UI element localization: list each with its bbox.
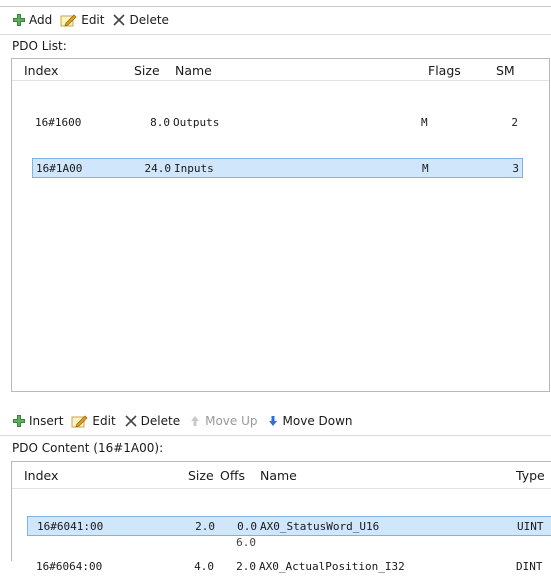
- row-index: 16#1A00: [36, 162, 83, 175]
- row-sm: 2: [511, 116, 518, 129]
- row-index: 16#1600: [35, 116, 82, 129]
- table-row[interactable]: 16#6064:00 4.0 2.0 AX0_ActualPosition_I3…: [27, 557, 551, 577]
- row-offs: 0.0: [237, 520, 257, 533]
- pdo-content-label: PDO Content (16#1A00):: [12, 441, 164, 455]
- col-index[interactable]: Index: [24, 468, 58, 483]
- row-size: 4.0: [194, 560, 214, 573]
- row-size: 24.0: [144, 162, 172, 175]
- row-name: Outputs: [173, 116, 220, 129]
- row-index: 16#6064:00: [36, 560, 103, 573]
- col-size[interactable]: Size: [188, 468, 214, 483]
- move-down-button[interactable]: Move Down: [266, 414, 353, 428]
- row-flags: M: [422, 162, 429, 175]
- col-flags[interactable]: Flags: [428, 63, 461, 78]
- move-down-button-label: Move Down: [282, 414, 353, 428]
- row-name: Inputs: [174, 162, 214, 175]
- pdo-content-table[interactable]: Index Size Offs Name Type 16#6041:00 2.0…: [11, 461, 551, 573]
- x-icon: [112, 13, 126, 27]
- pencil-icon: [71, 414, 89, 428]
- top-border: [0, 6, 551, 7]
- delete-content-button[interactable]: Delete: [124, 414, 180, 428]
- x-icon: [124, 414, 138, 428]
- pencil-icon: [60, 13, 78, 27]
- row-name: AX0_StatusWord_U16: [260, 520, 380, 533]
- row-size: 2.0: [195, 520, 215, 533]
- arrow-down-icon: [266, 414, 280, 428]
- total-offset: 6.0: [236, 536, 256, 549]
- insert-button[interactable]: Insert: [12, 414, 63, 428]
- col-type[interactable]: Type: [516, 468, 545, 483]
- edit-button-label: Edit: [81, 13, 105, 27]
- arrow-up-icon: [188, 414, 202, 428]
- col-size[interactable]: Size: [134, 63, 160, 78]
- row-type: DINT: [516, 560, 543, 573]
- pdo-content-header: Index Size Offs Name Type: [12, 462, 551, 489]
- move-up-button[interactable]: Move Up: [188, 414, 258, 428]
- edit-button[interactable]: Edit: [60, 13, 104, 27]
- row-sm: 3: [512, 162, 519, 175]
- row-type: UINT: [517, 520, 544, 533]
- col-sm[interactable]: SM: [496, 63, 515, 78]
- pdo-toolbar: Add Edit Delete: [12, 10, 177, 30]
- pdo-list-label: PDO List:: [12, 39, 67, 53]
- add-button[interactable]: Add: [12, 13, 52, 27]
- delete-button[interactable]: Delete: [112, 13, 169, 27]
- col-offs[interactable]: Offs: [220, 468, 245, 483]
- delete-content-button-label: Delete: [140, 414, 181, 428]
- row-flags: M: [421, 116, 428, 129]
- row-offs: 2.0: [236, 560, 256, 573]
- pdo-list-header: Index Size Name Flags SM: [12, 59, 549, 81]
- insert-button-label: Insert: [29, 414, 64, 428]
- move-up-button-label: Move Up: [205, 414, 258, 428]
- row-name: AX0_ActualPosition_I32: [259, 560, 405, 573]
- edit-content-button-label: Edit: [92, 414, 116, 428]
- plus-icon: [12, 414, 26, 428]
- pdo-list-table[interactable]: Index Size Name Flags SM 16#1600 8.0 Out…: [11, 58, 550, 392]
- col-name[interactable]: Name: [260, 468, 297, 483]
- add-button-label: Add: [29, 13, 53, 27]
- row-index: 16#6041:00: [37, 520, 104, 533]
- table-row[interactable]: 16#1600 8.0 Outputs M 2: [32, 113, 523, 133]
- table-row-selected[interactable]: 16#6041:00 2.0 0.0 AX0_StatusWord_U16 UI…: [27, 516, 551, 536]
- toolbar-divider: [0, 34, 551, 35]
- col-index[interactable]: Index: [24, 63, 58, 78]
- content-toolbar-divider: [0, 435, 551, 436]
- delete-button-label: Delete: [129, 13, 169, 27]
- edit-content-button[interactable]: Edit: [71, 414, 116, 428]
- col-name[interactable]: Name: [175, 63, 212, 78]
- table-row-selected[interactable]: 16#1A00 24.0 Inputs M 3: [32, 158, 523, 178]
- plus-icon: [12, 13, 26, 27]
- row-size: 8.0: [150, 116, 170, 129]
- content-toolbar: Insert Edit Delete Move Up Move Down: [12, 411, 361, 431]
